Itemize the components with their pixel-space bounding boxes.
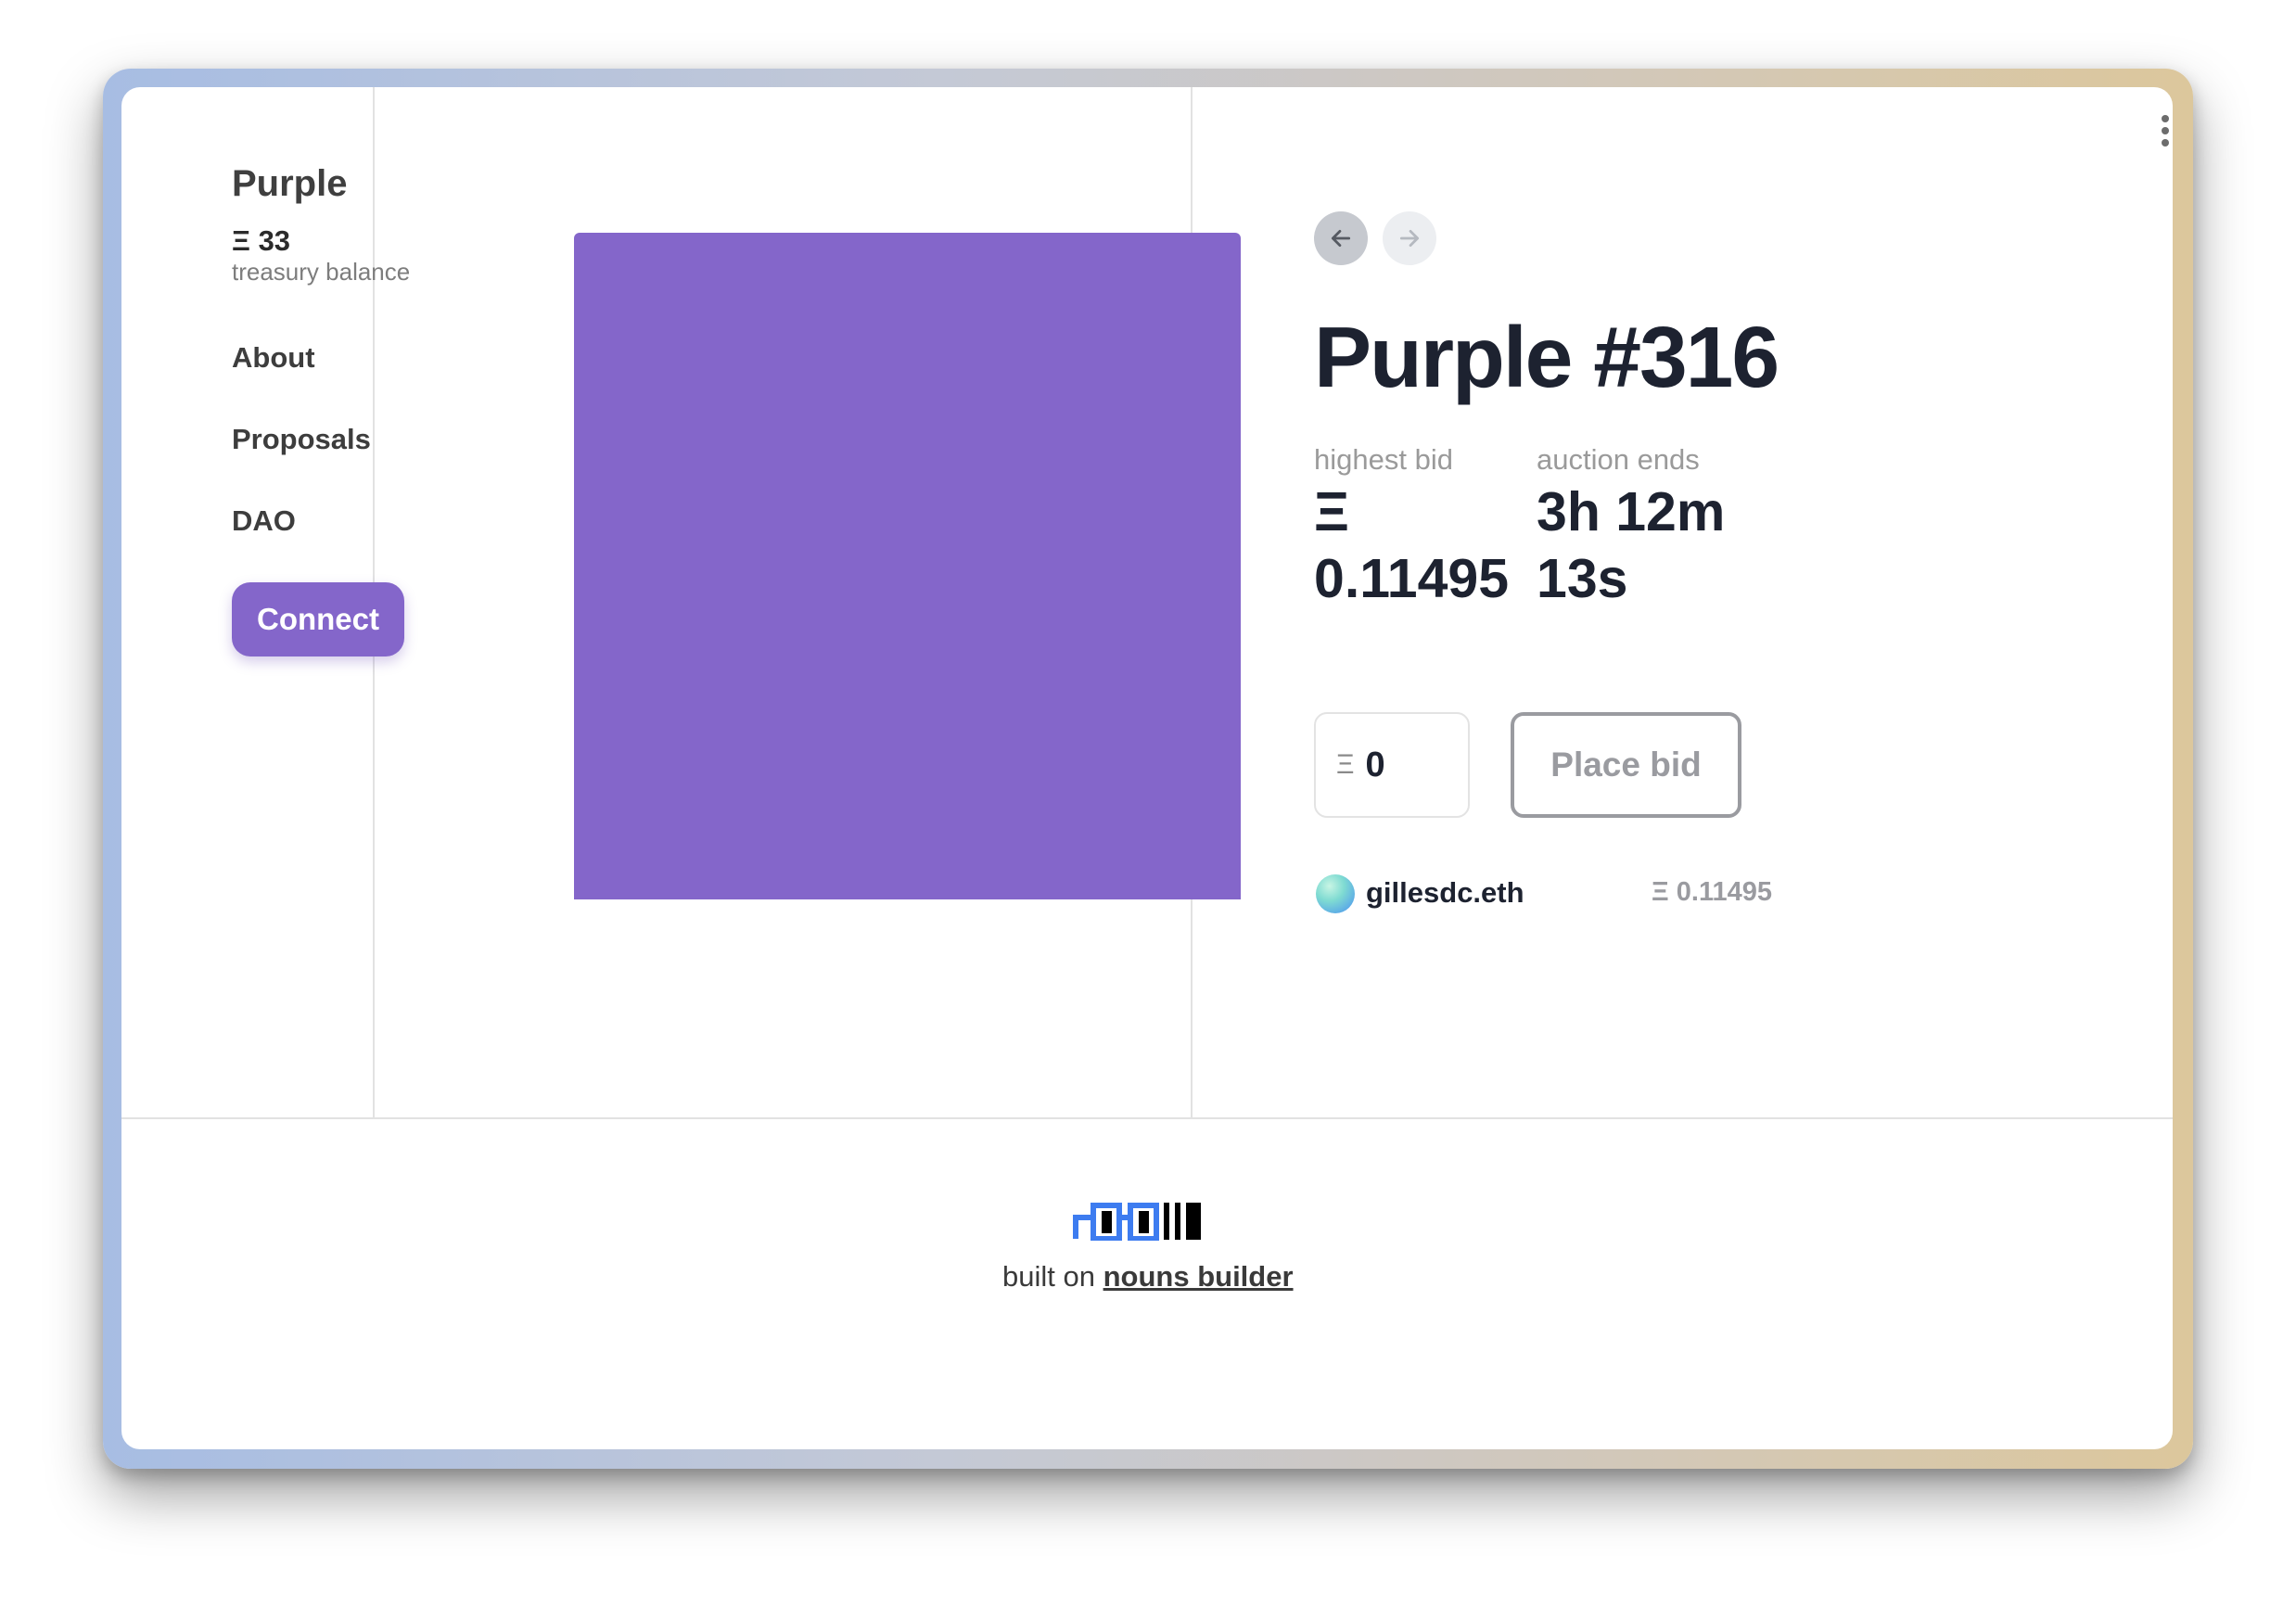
browser-window: Purple Ξ 33 treasury balance About Propo… (121, 87, 2173, 1449)
nouns-builder-link[interactable]: nouns builder (1103, 1260, 1294, 1293)
bidder-avatar (1316, 874, 1355, 913)
auction-artwork (574, 233, 1241, 899)
previous-auction-button[interactable] (1314, 211, 1368, 265)
bidder-name[interactable]: gillesdc.eth (1366, 876, 1524, 910)
nav-link-dao[interactable]: DAO (232, 504, 296, 538)
highest-bid-label: highest bid (1314, 443, 1453, 476)
auction-ends-countdown: 3h 12m 13s (1537, 481, 1726, 609)
footer-credit: built on nouns builder (1002, 1260, 1294, 1294)
highest-bid-value: Ξ 0.11495 (1314, 481, 1510, 609)
eth-currency-symbol: Ξ (1336, 749, 1355, 780)
nav-link-about[interactable]: About (232, 341, 315, 375)
connect-button[interactable]: Connect (232, 582, 404, 656)
nav-link-proposals[interactable]: Proposals (232, 423, 371, 456)
nouns-builder-logo (1073, 1203, 1201, 1241)
treasury-balance-label: treasury balance (232, 258, 411, 286)
bidder-amount: Ξ 0.11495 (1652, 877, 1772, 907)
place-bid-button[interactable]: Place bid (1511, 712, 1741, 818)
window-frame: Purple Ξ 33 treasury balance About Propo… (103, 69, 2193, 1469)
screenshot-canvas: Purple Ξ 33 treasury balance About Propo… (0, 0, 2296, 1606)
auction-title: Purple #316 (1314, 309, 1779, 405)
bid-amount-value: 0 (1365, 745, 1385, 784)
arrow-left-icon (1331, 230, 1351, 247)
next-auction-button[interactable] (1383, 211, 1436, 265)
auction-ends-label: auction ends (1537, 443, 1700, 476)
treasury-balance-value: Ξ 33 (232, 224, 291, 257)
footer-divider (121, 1117, 2173, 1119)
arrow-right-icon (1399, 230, 1420, 247)
dao-name[interactable]: Purple (232, 163, 347, 205)
footer-built-on: built on (1002, 1260, 1095, 1293)
bid-amount-input[interactable]: Ξ 0 (1314, 712, 1470, 818)
window-resize-grip[interactable] (2160, 115, 2171, 147)
